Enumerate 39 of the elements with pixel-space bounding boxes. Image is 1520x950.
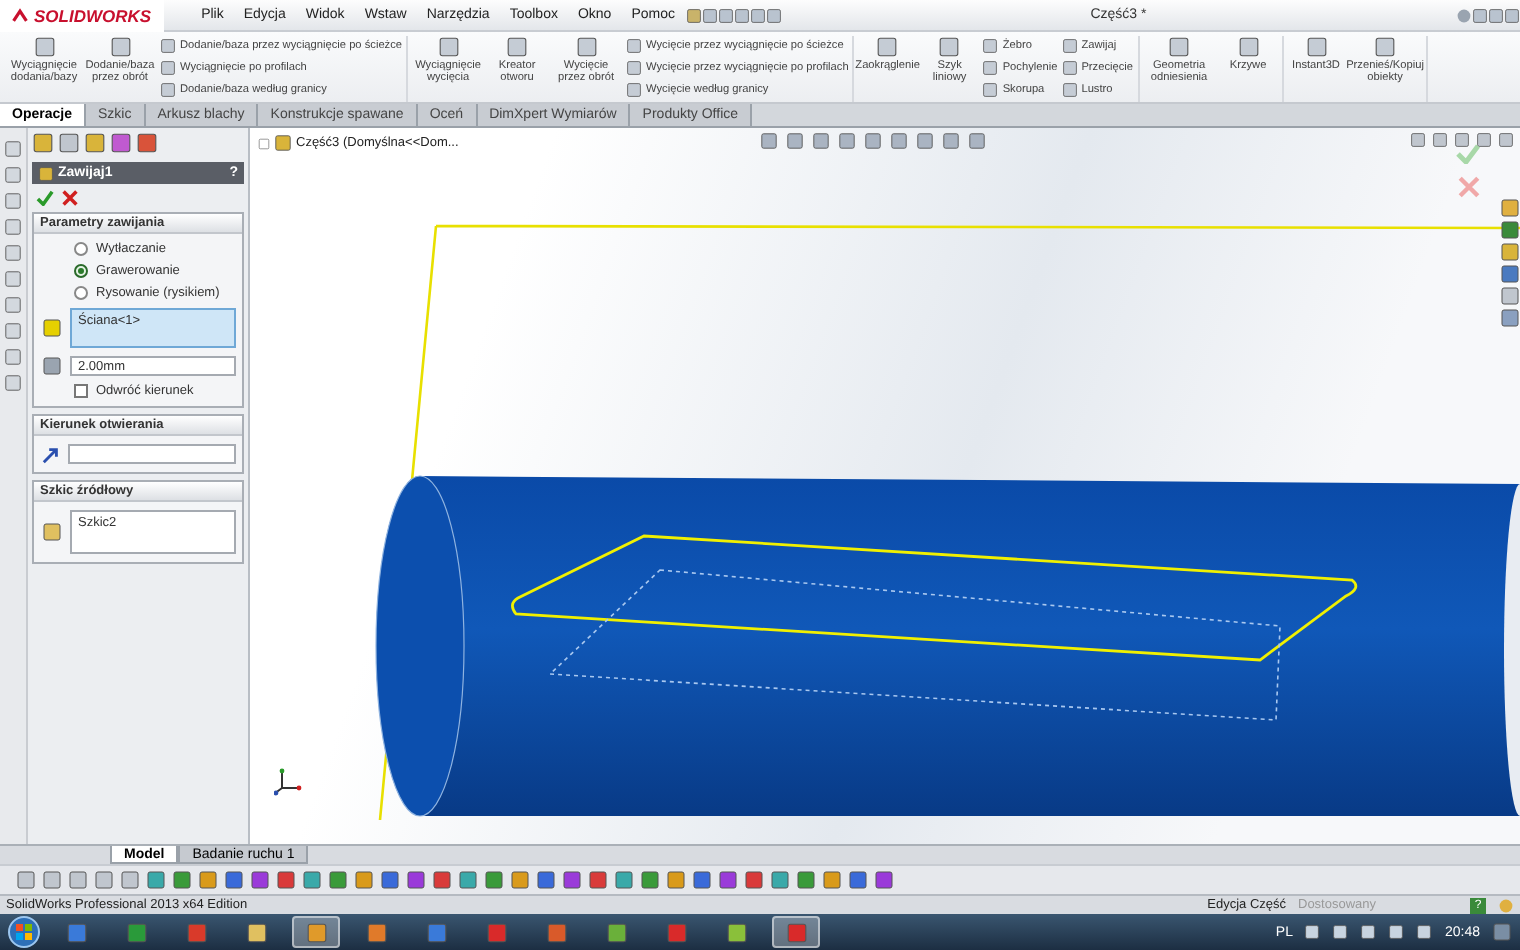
- command-icon[interactable]: [33, 36, 55, 58]
- panel-tab-icon[interactable]: [58, 132, 80, 154]
- panel-tab-icon[interactable]: [136, 132, 158, 154]
- app-icon: [245, 921, 267, 943]
- command-icon[interactable]: [575, 36, 598, 58]
- app-icon: [485, 921, 507, 943]
- app-icon: [65, 921, 87, 943]
- taskbar-app[interactable]: [772, 916, 820, 948]
- app-icon: [425, 921, 447, 943]
- command-icon[interactable]: [876, 36, 899, 58]
- app-icon: [545, 921, 567, 943]
- app-icon: [665, 921, 687, 943]
- arrow-icon: [42, 445, 60, 463]
- direction-field[interactable]: [68, 444, 236, 464]
- command-icon[interactable]: [1237, 36, 1260, 58]
- command-icon[interactable]: [1305, 36, 1328, 58]
- ok-check-icon[interactable]: [36, 190, 54, 206]
- axis-triad-icon: [274, 768, 302, 796]
- panel-tab-icon[interactable]: [110, 132, 132, 154]
- app-logo: SOLIDWORKS: [0, 0, 164, 31]
- app-icon: [725, 921, 747, 943]
- command-icon[interactable]: [506, 36, 529, 58]
- taskbar-app[interactable]: [292, 916, 340, 948]
- app-icon: [365, 921, 387, 943]
- command-icon[interactable]: [938, 36, 961, 58]
- panel-tab-icon[interactable]: [84, 132, 106, 154]
- confirm-check-icon[interactable]: [1456, 144, 1480, 164]
- command-icon[interactable]: [1168, 36, 1191, 58]
- app-icon: [305, 921, 327, 943]
- command-icon[interactable]: [1374, 36, 1397, 58]
- start-orb-icon[interactable]: [8, 916, 40, 948]
- app-icon: [605, 921, 627, 943]
- app-icon: [125, 921, 147, 943]
- command-icon[interactable]: [437, 36, 460, 58]
- app-icon: [785, 921, 807, 943]
- cancel-x-icon[interactable]: [62, 190, 78, 206]
- command-icon[interactable]: [109, 36, 131, 58]
- app-icon: [185, 921, 207, 943]
- panel-tab-icon[interactable]: [32, 132, 54, 154]
